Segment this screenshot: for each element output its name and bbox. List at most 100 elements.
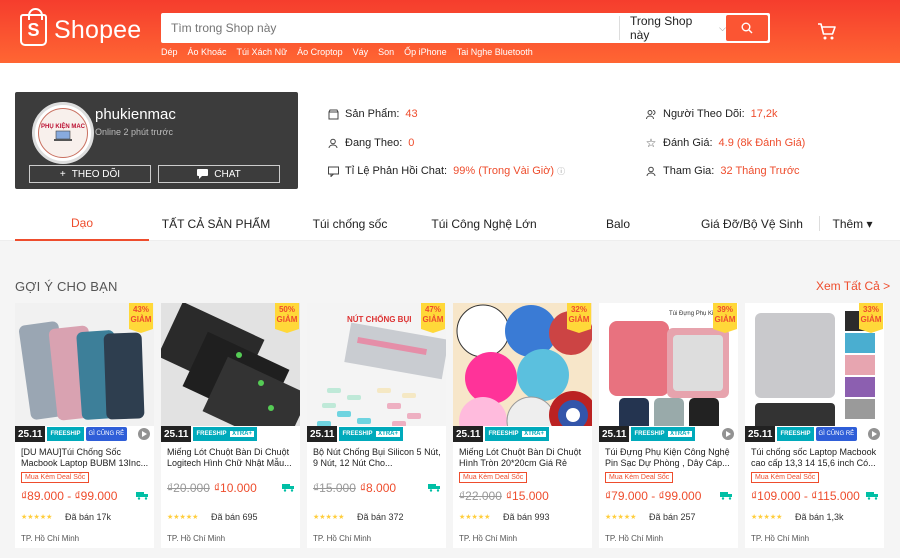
product-price-value: ₫89.000 - ₫99.000 — [21, 489, 118, 503]
stat-label: Tham Gia: — [663, 165, 715, 177]
rating-stars: ★★★★★ — [313, 514, 345, 521]
user-check-icon — [645, 165, 657, 177]
info-icon[interactable]: ⓘ — [557, 166, 565, 177]
shop-logo: PHỤ KIỆN MAC — [38, 108, 88, 158]
discount-badge: 50% GIẢM — [275, 303, 299, 333]
stat-followers: Người Theo Dõi: 17,2k — [645, 108, 778, 120]
product-name: Túi Đựng Phụ Kiện Công Nghệ Pin Sạc Dự P… — [605, 447, 730, 468]
freeship-tag: FREESHIP XTRA+ — [193, 427, 258, 441]
rating-stars: ★★★★★ — [605, 514, 637, 521]
chat-button[interactable]: CHAT — [158, 165, 280, 183]
keyword-link[interactable]: Túi Xách Nữ — [237, 47, 288, 57]
cart-button[interactable] — [817, 22, 837, 45]
chevron-down-icon: ⌵ — [719, 22, 726, 33]
search-button[interactable] — [726, 15, 768, 41]
tab-stands-cleaning[interactable]: Giá Đỡ/Bộ Vệ Sinh — [685, 206, 819, 241]
keyword-link[interactable]: Tai Nghe Bluetooth — [457, 47, 533, 57]
product-card[interactable]: Túi Đựng Phụ Kiện 39% GIẢM 25.11 FREESHIP… — [599, 303, 738, 548]
tab-more[interactable]: Thêm ▾ — [819, 216, 885, 231]
search-scope-dropdown[interactable]: Trong Shop này ⌵ — [619, 14, 726, 42]
product-price-value: ₫109.000 - ₫115.000 — [751, 489, 860, 503]
product-image: NÚT CHỐNG BỤI 47% GIẢM 25.11 FREESHIP XTR… — [307, 303, 446, 442]
keyword-link[interactable]: Son — [378, 47, 394, 57]
search-scope-label: Trong Shop này — [630, 14, 693, 42]
product-card[interactable]: NÚT CHỐNG BỤI 47% GIẢM 25.11 FREESHIP XTR… — [307, 303, 446, 548]
see-all-link[interactable]: Xem Tất Cả > — [816, 279, 890, 293]
truck-icon — [428, 484, 440, 492]
rating-stars: ★★★★★ — [459, 514, 491, 521]
product-name: Túi chống sốc Laptop Macbook cao cấp 13,… — [751, 447, 877, 468]
image-caption: NÚT CHỐNG BỤI — [347, 315, 412, 324]
promo-banner: 25.11 FREESHIP XTRA+ — [307, 426, 446, 442]
sold-count: Đã bán 695 — [211, 512, 258, 522]
star-icon: ☆ — [645, 136, 657, 150]
product-card[interactable]: 33% GIẢM 25.11 FREESHIP GÌ CŨNG RẺ Túi ch… — [745, 303, 884, 548]
tab-tech-bags[interactable]: Túi Công Nghệ Lớn — [417, 206, 551, 241]
old-price: ₫20.000 — [167, 481, 210, 495]
promo-banner: 25.11 FREESHIP GÌ CŨNG RẺ — [15, 426, 154, 442]
deal-tag: Mua Kèm Deal Sốc — [751, 472, 820, 483]
product-price-value: ₫15.000 — [505, 489, 549, 503]
tab-backpacks[interactable]: Balo — [551, 206, 685, 241]
stat-label: Sản Phẩm: — [345, 108, 400, 120]
product-location: TP. Hồ Chí Minh — [459, 534, 518, 543]
follow-button[interactable]: + THEO DÕI — [29, 165, 151, 183]
rating-stars: ★★★★★ — [167, 514, 199, 521]
product-price: ₫109.000 - ₫115.000 — [751, 489, 860, 503]
keyword-link[interactable]: Ốp iPhone — [404, 47, 447, 57]
tab-dao[interactable]: Dạo — [15, 206, 149, 241]
product-card[interactable]: 32% GIẢM 25.11 FREESHIP XTRA+ Miếng Lót C… — [453, 303, 592, 548]
product-card[interactable]: 50% GIẢM 25.11 FREESHIP XTRA+ Miếng Lót C… — [161, 303, 300, 548]
chat-label: CHAT — [214, 168, 241, 180]
discount-badge: 43% GIẢM — [129, 303, 153, 333]
sold-count: Đã bán 257 — [649, 512, 696, 522]
play-icon[interactable] — [722, 428, 734, 440]
search-input[interactable] — [161, 13, 619, 43]
tab-shockproof-bags[interactable]: Túi chống sốc — [283, 206, 417, 241]
stat-value: 4.9 (8k Đánh Giá) — [718, 137, 806, 149]
discount-badge: 32% GIẢM — [567, 303, 591, 333]
product-card[interactable]: 43% GIẢM 25.11 FREESHIP GÌ CŨNG RẺ [DU MA… — [15, 303, 154, 548]
play-icon[interactable] — [868, 428, 880, 440]
product-image: Túi Đựng Phụ Kiện 39% GIẢM 25.11 FREESHIP… — [599, 303, 738, 442]
sold-count: Đã bán 17k — [65, 512, 112, 522]
cheap-tag: GÌ CŨNG RẺ — [85, 427, 128, 441]
product-name: Miếng Lót Chuột Bàn Di Chuột Logitech Hì… — [167, 447, 292, 468]
search-bar: Trong Shop này ⌵ — [161, 13, 770, 43]
old-price: ₫15.000 — [313, 481, 356, 495]
rating-stars: ★★★★★ — [21, 514, 53, 521]
deal-tag: Mua Kèm Deal Sốc — [21, 472, 90, 483]
product-price: ₫22.000 ₫15.000 — [459, 489, 549, 503]
recommend-title: GỢI Ý CHO BẠN — [15, 279, 118, 294]
keyword-link[interactable]: Áo Croptop — [297, 47, 343, 57]
discount-badge: 33% GIẢM — [859, 303, 883, 333]
shop-online-status: Online 2 phút trước — [95, 127, 173, 137]
play-icon[interactable] — [138, 428, 150, 440]
sale-date: 25.11 — [745, 426, 776, 442]
keyword-link[interactable]: Váy — [353, 47, 369, 57]
avatar[interactable]: PHỤ KIỆN MAC — [32, 102, 94, 164]
stat-label: Đánh Giá: — [663, 137, 713, 149]
keyword-link[interactable]: Dép — [161, 47, 178, 57]
shopee-logo[interactable]: S Shopee — [20, 8, 141, 46]
product-image: 43% GIẢM 25.11 FREESHIP GÌ CŨNG RẺ — [15, 303, 154, 442]
keyword-link[interactable]: Áo Khoác — [188, 47, 227, 57]
shop-icon — [327, 108, 339, 120]
product-price-value: ₫8.000 — [359, 481, 397, 495]
stat-value: 17,2k — [750, 108, 778, 120]
stat-value: 0 — [408, 137, 415, 149]
product-price-value: ₫79.000 - ₫99.000 — [605, 489, 702, 503]
shopping-bag-icon: S — [20, 8, 47, 46]
rating-stars: ★★★★★ — [751, 514, 783, 521]
product-price: ₫15.000 ₫8.000 — [313, 481, 396, 495]
stat-joined: Tham Gia: 32 Tháng Trước — [645, 165, 800, 177]
search-icon — [741, 22, 753, 34]
stat-rating: ☆ Đánh Giá: 4.9 (8k Đánh Giá) — [645, 136, 806, 150]
product-price: ₫89.000 - ₫99.000 — [21, 489, 117, 503]
freeship-tag: FREESHIP XTRA+ — [339, 427, 404, 441]
old-price: ₫22.000 — [459, 489, 502, 503]
tab-all-products[interactable]: TẤT CẢ SẢN PHẨM — [149, 206, 283, 241]
chat-icon — [197, 169, 209, 179]
search-keywords: Dép Áo Khoác Túi Xách Nữ Áo Croptop Váy … — [161, 47, 533, 57]
promo-banner: 25.11 FREESHIP XTRA+ — [161, 426, 300, 442]
